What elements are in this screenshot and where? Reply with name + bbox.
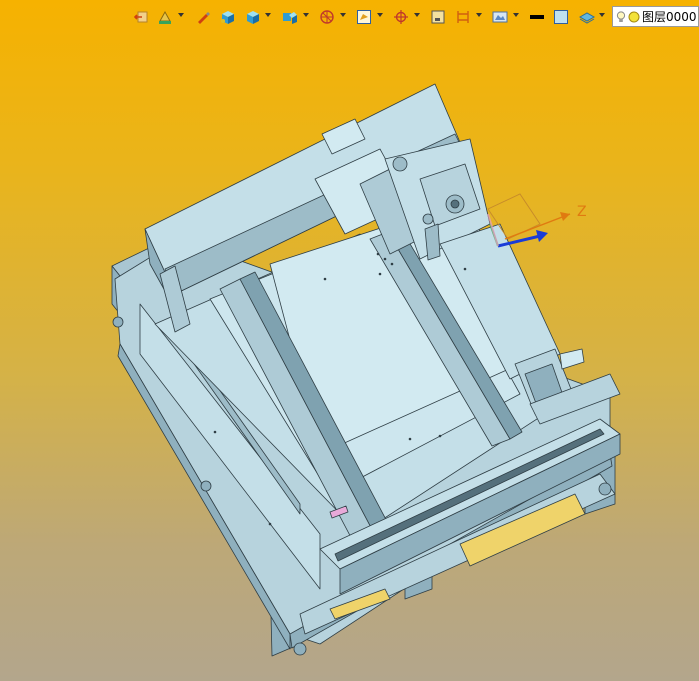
layer-name: 图层0000 bbox=[642, 10, 697, 24]
snap-target-icon[interactable] bbox=[392, 7, 410, 27]
3d-viewport[interactable]: Z bbox=[0, 34, 699, 681]
view-cube-icon[interactable] bbox=[244, 7, 262, 27]
lightbulb-icon[interactable] bbox=[616, 10, 626, 23]
paint-icon[interactable] bbox=[156, 7, 174, 27]
view-dropdown-caret[interactable] bbox=[265, 13, 271, 17]
fit-view-icon[interactable] bbox=[355, 7, 373, 27]
paint-dropdown-caret[interactable] bbox=[178, 13, 184, 17]
layer-manager-icon[interactable] bbox=[578, 7, 596, 27]
render-icon[interactable] bbox=[491, 7, 509, 27]
section-dropdown-caret[interactable] bbox=[340, 13, 346, 17]
dimension-icon[interactable] bbox=[454, 7, 472, 27]
undo-view-icon[interactable] bbox=[132, 7, 150, 27]
dimension-dropdown-caret[interactable] bbox=[476, 13, 482, 17]
section-view-icon[interactable] bbox=[318, 7, 336, 27]
cad-assembly-model[interactable]: Z bbox=[0, 34, 699, 681]
z-axis-label: Z bbox=[577, 204, 587, 220]
display-mode-icon[interactable] bbox=[281, 7, 299, 27]
render-dropdown-caret[interactable] bbox=[513, 13, 519, 17]
layer-manager-dropdown-caret[interactable] bbox=[599, 13, 605, 17]
toolbar: 图层0000 bbox=[0, 0, 699, 34]
sun-icon[interactable] bbox=[628, 11, 640, 23]
solid-cube-icon[interactable] bbox=[219, 7, 237, 27]
snap-dropdown-caret[interactable] bbox=[414, 13, 420, 17]
line-color-icon[interactable] bbox=[528, 7, 546, 27]
display-dropdown-caret[interactable] bbox=[303, 13, 309, 17]
pen-icon[interactable] bbox=[194, 7, 212, 27]
layer-selector[interactable]: 图层0000 bbox=[612, 6, 699, 27]
fill-color-icon[interactable] bbox=[552, 7, 570, 27]
fit-dropdown-caret[interactable] bbox=[377, 13, 383, 17]
frame-icon[interactable] bbox=[429, 7, 447, 27]
